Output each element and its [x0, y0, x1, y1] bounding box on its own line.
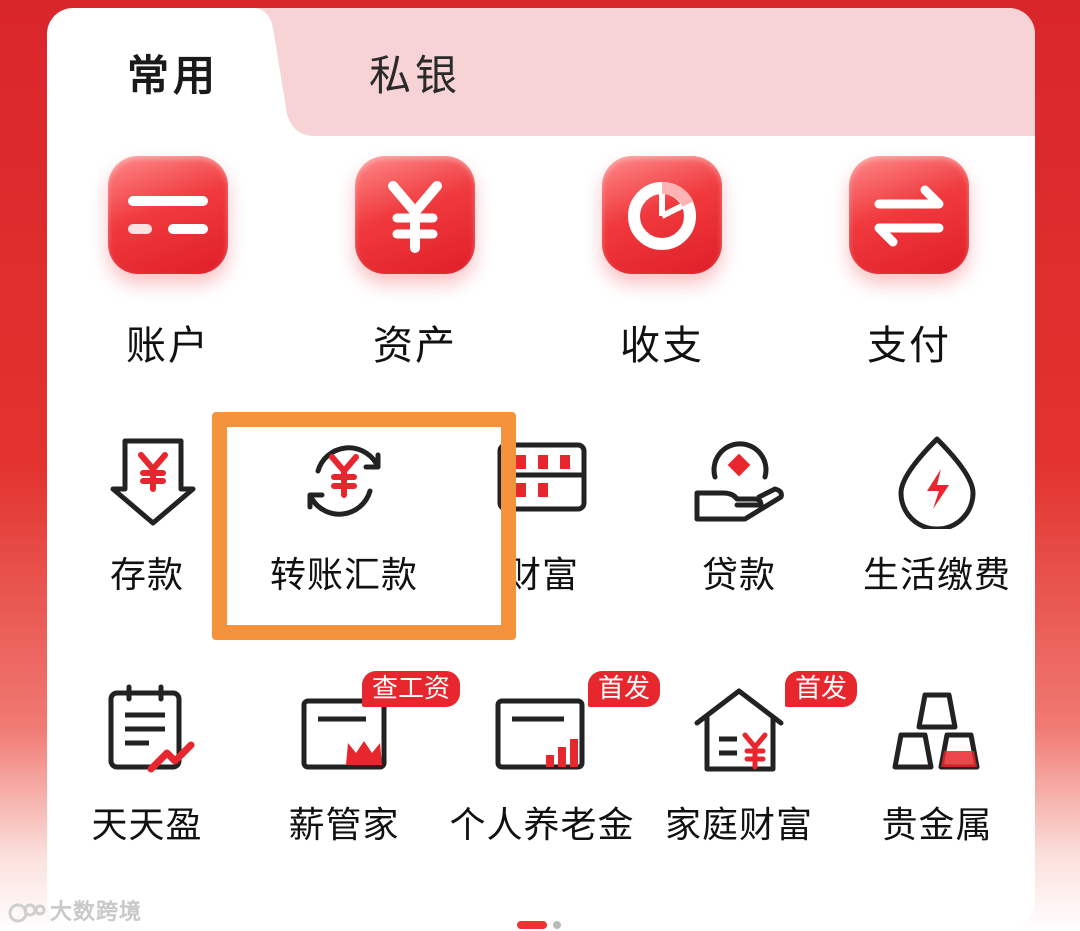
calendar-growth-icon [108, 684, 195, 773]
pension-label: 个人养老金 [449, 805, 635, 846]
watermark: 大数跨境 [8, 894, 142, 926]
pension-badge: 首发 [588, 671, 661, 707]
family-wealth-badge: 首发 [785, 671, 858, 707]
deposit-icon [110, 438, 196, 526]
gold-bars-icon [892, 692, 980, 770]
family-wealth-label: 家庭财富 [664, 805, 813, 846]
watermark-logo-icon [8, 903, 46, 923]
main-card: 常用 私银 账户 资产 收支 支付 存款 转账汇款 财富 贷款 生活缴费 天天盈… [47, 8, 1035, 928]
exchange-arrows-icon [849, 156, 969, 274]
watermark-text: 大数跨境 [50, 900, 143, 925]
page-dot[interactable] [553, 921, 561, 929]
assets-label: 资产 [373, 323, 457, 369]
utilities-label: 生活缴费 [862, 555, 1011, 596]
loan-hand-icon [694, 441, 784, 522]
highlight-frame [212, 412, 516, 640]
family-house-icon [694, 688, 784, 772]
loan-label: 贷款 [701, 555, 776, 596]
payment-label: 支付 [867, 323, 951, 369]
salary-manager-label: 薪管家 [288, 805, 400, 846]
yuan-icon [355, 156, 475, 274]
income-expense-label: 收支 [620, 323, 704, 369]
tiantianying-label: 天天盈 [91, 805, 203, 846]
tab-private[interactable]: 私银 [369, 46, 461, 106]
tab-common[interactable]: 常用 [127, 46, 219, 106]
account-label: 账户 [126, 323, 210, 369]
utility-drop-icon [898, 436, 976, 529]
pie-chart-icon [602, 156, 722, 274]
pension-chart-icon [495, 698, 585, 770]
salary-badge: 查工资 [362, 671, 461, 707]
tab-bar: 常用 私银 [47, 8, 1035, 136]
account-card-icon [108, 156, 228, 274]
page-dot-active[interactable] [517, 921, 547, 929]
precious-metals-label: 贵金属 [881, 805, 993, 846]
